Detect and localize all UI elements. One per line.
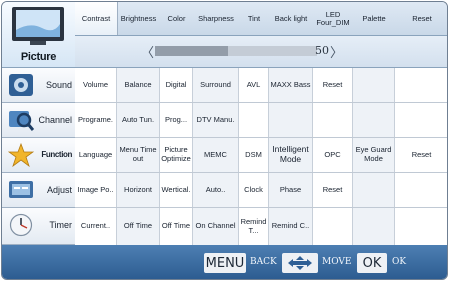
- channel-option[interactable]: DTV Manu.: [193, 103, 239, 137]
- function-option[interactable]: Eye Guard Mode: [353, 138, 395, 172]
- tab-back-light[interactable]: Back light: [269, 2, 313, 35]
- tab-contrast[interactable]: Contrast: [75, 2, 118, 35]
- sidebar-item-sound[interactable]: Sound: [2, 68, 75, 103]
- timer-option[interactable]: On Channel: [193, 208, 239, 245]
- channel-search-icon: [9, 111, 34, 131]
- back-hint: BACK: [250, 257, 277, 267]
- timer-option[interactable]: Remind C..: [269, 208, 313, 245]
- menu-button[interactable]: MENU: [204, 253, 246, 273]
- adjust-option[interactable]: Auto..: [193, 173, 239, 207]
- tab-color[interactable]: Color: [160, 2, 193, 35]
- tab-tint[interactable]: Tint: [239, 2, 269, 35]
- timer-option[interactable]: Off Time: [160, 208, 193, 245]
- channel-option[interactable]: [313, 103, 353, 137]
- chevron-left-icon[interactable]: 〈: [141, 42, 154, 61]
- adjust-option[interactable]: Wertical.: [160, 173, 193, 207]
- sidebar-item-timer[interactable]: Timer: [2, 208, 75, 245]
- function-option[interactable]: Language: [75, 138, 117, 172]
- function-option[interactable]: MEMC: [193, 138, 239, 172]
- tv-icon: [12, 7, 64, 45]
- sidebar-item-adjust[interactable]: Adjust: [2, 173, 75, 208]
- timer-option[interactable]: Current..: [75, 208, 117, 245]
- tab-sharpness[interactable]: Sharpness: [193, 2, 239, 35]
- function-option[interactable]: Menu Time out: [117, 138, 160, 172]
- channel-option[interactable]: [395, 103, 447, 137]
- sound-option[interactable]: Digital: [160, 68, 193, 102]
- sidebar-item-function[interactable]: Function: [2, 138, 75, 173]
- timer-option[interactable]: Remind T...: [239, 208, 269, 245]
- adjust-option[interactable]: Reset: [313, 173, 353, 207]
- channel-option[interactable]: [239, 103, 269, 137]
- picture-tabs: Contrast Brightness Color Sharpness Tint…: [75, 2, 447, 36]
- slider-value: 50: [315, 44, 329, 57]
- channel-option[interactable]: Programe.: [75, 103, 117, 137]
- adjust-option[interactable]: [395, 173, 447, 207]
- sidebar-item-label: Function: [41, 150, 72, 159]
- chevron-right-icon[interactable]: 〉: [330, 42, 343, 61]
- function-option[interactable]: Reset: [395, 138, 447, 172]
- ok-button[interactable]: OK: [357, 253, 387, 273]
- move-arrows-icon: [288, 256, 312, 270]
- adjust-option[interactable]: [353, 173, 395, 207]
- sidebar-item-label: Picture: [20, 51, 57, 63]
- adjust-option[interactable]: Horizont: [117, 173, 160, 207]
- sidebar-item-channel[interactable]: Channel: [2, 103, 75, 138]
- sound-option[interactable]: Surround: [193, 68, 239, 102]
- monitor-adjust-icon: [9, 181, 33, 198]
- adjust-option[interactable]: Phase: [269, 173, 313, 207]
- sound-row: Volume Balance Digital Surround AVL MAXX Bass…: [75, 68, 447, 103]
- timer-row: Current.. Off Time Off Time On Channel Remin…: [75, 208, 447, 245]
- sidebar-item-label: Sound: [45, 80, 72, 90]
- sound-option[interactable]: [395, 68, 447, 102]
- star-icon: [8, 143, 34, 167]
- contrast-slider[interactable]: [155, 46, 317, 56]
- function-option[interactable]: Intelligent Mode: [269, 138, 313, 172]
- timer-option[interactable]: [353, 208, 395, 245]
- sidebar-item-picture[interactable]: Picture: [2, 2, 75, 68]
- adjust-option[interactable]: Image Po..: [75, 173, 117, 207]
- function-row: Language Menu Time out Picture Optimize MEM…: [75, 138, 447, 173]
- timer-option[interactable]: Off Time: [117, 208, 160, 245]
- settings-window: Picture Sound Channel Function Adjust Ti…: [1, 1, 448, 280]
- sidebar-item-label: Timer: [49, 220, 72, 230]
- move-button[interactable]: [282, 253, 318, 273]
- adjust-option[interactable]: Clock: [239, 173, 269, 207]
- sound-option[interactable]: Volume: [75, 68, 117, 102]
- sound-option[interactable]: Balance: [117, 68, 160, 102]
- tab-reset[interactable]: Reset: [395, 2, 447, 35]
- sound-option[interactable]: Reset: [313, 68, 353, 102]
- channel-option[interactable]: Auto Tun.: [117, 103, 160, 137]
- tab-brightness[interactable]: Brightness: [117, 2, 160, 35]
- sidebar: Picture Sound Channel Function Adjust Ti…: [2, 2, 75, 245]
- contrast-slider-row: 〈 50 〉: [75, 36, 447, 68]
- adjust-row: Image Po.. Horizont Wertical. Auto.. Clock Ph…: [75, 173, 447, 208]
- slider-fill: [155, 46, 228, 56]
- channel-option[interactable]: [269, 103, 313, 137]
- function-option[interactable]: OPC: [313, 138, 353, 172]
- tab-palette[interactable]: Palette: [353, 2, 395, 35]
- function-option[interactable]: DSM: [239, 138, 269, 172]
- channel-row: Programe. Auto Tun. Prog... DTV Manu.: [75, 103, 447, 138]
- timer-option[interactable]: [395, 208, 447, 245]
- channel-option[interactable]: Prog...: [160, 103, 193, 137]
- sidebar-item-label: Channel: [38, 115, 72, 125]
- timer-option[interactable]: [313, 208, 353, 245]
- speaker-icon: [9, 74, 33, 96]
- function-option[interactable]: Picture Optimize: [160, 138, 193, 172]
- clock-icon: [9, 213, 33, 237]
- bottom-bar: MENU BACK MOVE OK OK: [2, 245, 447, 279]
- sound-option[interactable]: MAXX Bass: [269, 68, 313, 102]
- tab-led-four-dim[interactable]: LED Four_DIM: [313, 2, 353, 35]
- sound-option[interactable]: AVL: [239, 68, 269, 102]
- ok-hint: OK: [392, 257, 407, 267]
- sound-option[interactable]: [353, 68, 395, 102]
- move-hint: MOVE: [322, 257, 352, 267]
- sidebar-item-label: Adjust: [46, 185, 72, 195]
- channel-option[interactable]: [353, 103, 395, 137]
